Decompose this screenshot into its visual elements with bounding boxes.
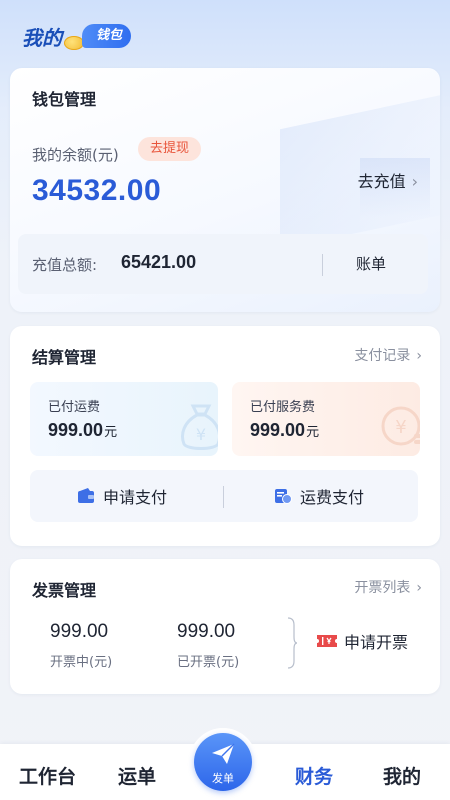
paid-freight-value: 999.00 [48, 420, 104, 440]
apply-payment-button[interactable]: 申请支付 [77, 484, 167, 508]
wallet-badge: 钱包 [82, 24, 132, 48]
coin-icon [64, 36, 84, 50]
bill-button[interactable]: 账单 [356, 253, 386, 274]
divider [322, 254, 323, 276]
brace-divider [287, 617, 298, 669]
settlement-title: 结算管理 [32, 348, 97, 367]
recharge-link[interactable]: 去充值 › [358, 168, 418, 192]
divider [223, 486, 224, 508]
recharge-total-box: 充值总额: 65421.00 账单 [18, 234, 428, 294]
page-header: 我的 钱包 [22, 18, 222, 58]
settlement-card: 结算管理 支付记录 › 已付运费 999.00元 ¥ 已付服务费 999.00元 … [10, 326, 440, 546]
ticket-icon [317, 635, 337, 647]
coin-stack-icon: ¥ [381, 406, 420, 446]
paper-plane-icon [212, 743, 235, 764]
payment-records-label: 支付记录 [354, 348, 411, 364]
paid-service-fee-label: 已付服务费 [250, 400, 316, 415]
invoicing-label: 开票中(元) [50, 655, 113, 670]
paid-freight-value-row: 999.00元 [48, 420, 117, 441]
invoice-title: 发票管理 [32, 581, 97, 600]
invoice-list-label: 开票列表 [354, 580, 411, 596]
tab-waybill[interactable]: 运单 [118, 762, 156, 789]
apply-invoice-label: 申请开票 [344, 633, 409, 652]
freight-payment-label: 运费支付 [300, 488, 365, 507]
balance-label: 我的余额(元) [32, 146, 119, 164]
dispatch-button[interactable]: 发单 [194, 733, 252, 791]
recharge-total-value: 65421.00 [121, 252, 197, 272]
paid-freight-label: 已付运费 [48, 400, 101, 415]
paid-freight-box: 已付运费 999.00元 ¥ [30, 382, 218, 456]
tab-finance[interactable]: 财务 [295, 762, 333, 789]
invoice-card: 发票管理 开票列表 › 999.00 开票中(元) 999.00 已开票(元) 申… [10, 559, 440, 694]
chevron-right-icon: › [416, 348, 422, 364]
paid-service-fee-value: 999.00 [250, 420, 306, 440]
unit-label: 元 [306, 424, 320, 439]
tab-mine[interactable]: 我的 [383, 762, 421, 789]
tab-workbench[interactable]: 工作台 [19, 762, 76, 789]
chevron-right-icon: › [416, 580, 422, 596]
page-title: 我的 [22, 26, 62, 50]
apply-payment-label: 申请支付 [103, 488, 168, 507]
freight-bill-icon [275, 489, 292, 504]
payment-records-link[interactable]: 支付记录 › [354, 345, 422, 365]
chevron-right-icon: › [411, 172, 418, 191]
freight-payment-button[interactable]: 运费支付 [274, 484, 364, 508]
payment-action-bar: 申请支付 运费支付 [30, 470, 418, 522]
apply-invoice-button[interactable]: 申请开票 [316, 629, 408, 653]
invoiced-stat: 999.00 已开票(元) [177, 621, 239, 670]
invoicing-stat: 999.00 开票中(元) [50, 621, 112, 670]
recharge-total-label: 充值总额: [32, 256, 98, 274]
wallet-title: 钱包管理 [32, 90, 97, 109]
recharge-label: 去充值 [357, 172, 406, 191]
invoiced-label: 已开票(元) [177, 655, 240, 670]
wallet-icon [78, 488, 94, 503]
invoicing-value: 999.00 [50, 621, 109, 642]
invoice-list-link[interactable]: 开票列表 › [354, 577, 422, 597]
paid-service-fee-box: 已付服务费 999.00元 ¥ [232, 382, 420, 456]
svg-text:¥: ¥ [196, 425, 206, 444]
wallet-card: 钱包管理 我的余额(元) 去提现 34532.00 去充值 › 充值总额: 654… [10, 68, 440, 312]
balance-value: 34532.00 [32, 174, 162, 207]
withdraw-button[interactable]: 去提现 [138, 137, 202, 161]
dispatch-label: 发单 [212, 772, 234, 785]
paid-service-fee-value-row: 999.00元 [250, 420, 319, 441]
money-bag-icon: ¥ [181, 404, 218, 450]
svg-text:¥: ¥ [395, 417, 406, 438]
unit-label: 元 [104, 424, 118, 439]
invoiced-value: 999.00 [177, 621, 236, 642]
